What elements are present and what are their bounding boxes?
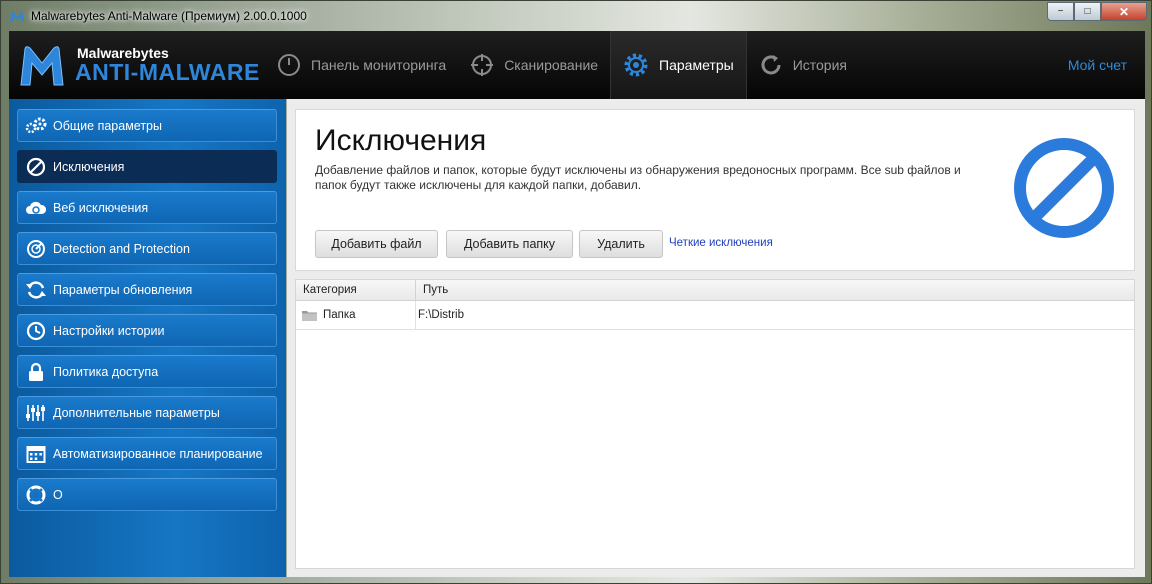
maximize-button[interactable]: □ [1074, 2, 1101, 21]
title-bar: Malwarebytes Anti-Malware (Премиум) 2.00… [1, 1, 1152, 31]
sidebar-item-scheduler[interactable]: Автоматизированное планирование [17, 437, 277, 470]
gear-icon [624, 53, 648, 77]
page-title: Исключения [315, 124, 487, 157]
clock-icon [25, 320, 47, 342]
sidebar-item-label: Веб исключения [53, 200, 149, 215]
nav-settings[interactable]: Параметры [610, 31, 747, 99]
app-window: Malwarebytes Anti-Malware (Премиум) 2.00… [0, 0, 1152, 584]
nav-scan-label: Сканирование [504, 57, 599, 73]
gears-icon [25, 115, 47, 137]
nav-history[interactable]: История [747, 31, 859, 99]
exclusions-table: Категория Путь Папка F:\Distrib [295, 279, 1135, 569]
sidebar-item-label: Настройки истории [53, 323, 165, 338]
brand-product: ANTI-MALWARE [75, 59, 260, 85]
gauge-icon [278, 54, 300, 76]
sidebar-item-label: О [53, 487, 63, 502]
category-text: Папка [323, 309, 356, 321]
my-account-link[interactable]: Мой счет [1068, 57, 1127, 73]
nav-scan[interactable]: Сканирование [458, 31, 610, 99]
settings-sidebar: Общие параметры Исключения Веб исключени… [9, 99, 286, 577]
cloud-icon [25, 197, 47, 219]
minimize-button[interactable]: − [1047, 2, 1074, 21]
radar-icon [25, 238, 47, 260]
sidebar-item-update-settings[interactable]: Параметры обновления [17, 273, 277, 306]
path-cell: F:\Distrib [418, 309, 464, 321]
column-header-category[interactable]: Категория [296, 280, 416, 300]
add-file-button[interactable]: Добавить файл [315, 230, 438, 258]
table-header: Категория Путь [296, 280, 1134, 301]
nav-history-label: История [792, 57, 847, 73]
category-cell: Папка [296, 301, 416, 329]
history-icon [761, 55, 781, 75]
folder-icon [302, 310, 317, 321]
lifebuoy-icon [25, 484, 47, 506]
delete-button[interactable]: Удалить [579, 230, 663, 258]
malwarebytes-logo-icon [20, 46, 64, 86]
sidebar-item-label: Исключения [53, 159, 125, 174]
column-header-path[interactable]: Путь [416, 280, 448, 300]
sidebar-item-access-policy[interactable]: Политика доступа [17, 355, 277, 388]
sidebar-item-detection-protection[interactable]: Detection and Protection [17, 232, 277, 265]
app-header: Malwarebytes ANTI-MALWARE Панель монитор… [9, 31, 1145, 99]
sidebar-item-label: Политика доступа [53, 364, 159, 379]
exclusions-panel: Исключения Добавление файлов и папок, ко… [295, 109, 1135, 271]
nav-dashboard-label: Панель мониторинга [311, 57, 447, 73]
add-folder-button[interactable]: Добавить папку [446, 230, 573, 258]
sidebar-item-history-settings[interactable]: Настройки истории [17, 314, 277, 347]
lock-icon [25, 361, 47, 383]
malwarebytes-app-icon [10, 11, 24, 22]
sidebar-item-advanced-settings[interactable]: Дополнительные параметры [17, 396, 277, 429]
crosshair-icon [471, 54, 494, 76]
close-button[interactable]: ✕ [1101, 2, 1147, 21]
table-row[interactable]: Папка F:\Distrib [296, 301, 1134, 330]
prohibited-icon [25, 156, 47, 178]
sidebar-item-web-exclusions[interactable]: Веб исключения [17, 191, 277, 224]
window-title: Malwarebytes Anti-Malware (Премиум) 2.00… [31, 9, 307, 23]
page-description: Добавление файлов и папок, которые будут… [315, 163, 961, 192]
clear-exclusions-link[interactable]: Четкие исключения [669, 237, 773, 249]
main-nav: Панель мониторинга Сканирование Параметр… [265, 31, 859, 99]
main-content: Исключения Добавление файлов и папок, ко… [287, 99, 1145, 577]
sliders-icon [25, 402, 47, 424]
window-controls: − □ ✕ [1047, 2, 1147, 21]
sidebar-item-label: Detection and Protection [53, 241, 190, 256]
sidebar-item-general[interactable]: Общие параметры [17, 109, 277, 142]
refresh-icon [25, 279, 47, 301]
sidebar-item-label: Автоматизированное планирование [53, 446, 263, 461]
nav-settings-label: Параметры [659, 57, 734, 73]
calendar-icon [25, 443, 47, 465]
sidebar-item-label: Параметры обновления [53, 282, 193, 297]
prohibited-large-icon [1014, 138, 1114, 238]
sidebar-item-exclusions[interactable]: Исключения [17, 150, 277, 183]
sidebar-item-label: Дополнительные параметры [53, 405, 220, 420]
sidebar-item-about[interactable]: О [17, 478, 277, 511]
sidebar-item-label: Общие параметры [53, 118, 162, 133]
nav-dashboard[interactable]: Панель мониторинга [265, 31, 458, 99]
